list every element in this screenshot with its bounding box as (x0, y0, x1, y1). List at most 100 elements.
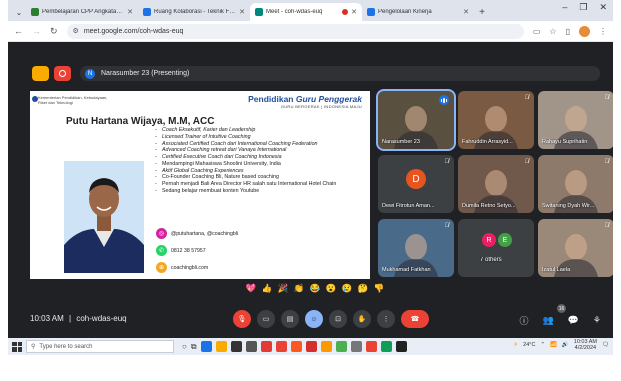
credential-item: Sedang belajar membuat konten Youtube (155, 188, 365, 195)
participant-tile[interactable]: D 🎙̸ Dewi Fitrotun Aman... (378, 155, 454, 213)
participant-tile[interactable]: 🎙̸ Switaning Dyah Wir... (538, 155, 613, 213)
participant-tile[interactable]: 🎙̸ Fahruddin Arrasyid... (458, 91, 534, 149)
info-icon[interactable]: ⓘ (519, 314, 528, 327)
participant-tile[interactable]: Narasumber 23 (376, 89, 456, 151)
app-icon-3[interactable] (320, 341, 332, 352)
reaction-emoji[interactable]: 😂 (308, 283, 322, 294)
raise-hand-button[interactable]: ✋ (353, 310, 371, 328)
taskbar-apps: ○ ⧉ (182, 341, 407, 352)
forward-icon[interactable]: → (32, 26, 41, 36)
reload-icon[interactable]: ↻ (50, 26, 58, 37)
people-icon[interactable]: 👥 (542, 315, 553, 326)
phone-number: 0812 38 57957 (171, 247, 206, 254)
reaction-emoji[interactable]: 👍 (260, 283, 274, 294)
reaction-emoji[interactable]: 👎 (372, 283, 386, 294)
whatsapp-icon: ✆ (156, 245, 167, 256)
network-icon[interactable]: 📶 (550, 342, 557, 348)
present-button[interactable]: ⊡ (329, 310, 347, 328)
maximize-icon[interactable]: ❐ (579, 2, 587, 13)
participant-tile[interactable]: 🎙̸ Mukhamad Fatkhan (378, 219, 454, 277)
ministry-name: Kementerian Pendidikan, Kebudayaan, Rise… (38, 95, 108, 105)
cortana-icon[interactable]: ○ (182, 342, 187, 351)
taskbar-search[interactable]: ⚲ Type here to search (26, 340, 174, 353)
credential-item: Aktif Global Coaching Experiences (155, 168, 365, 175)
tab-close-icon[interactable]: ✕ (463, 8, 469, 16)
participant-tile[interactable]: 🎙̸ Dumila Retno Setyo... (458, 155, 534, 213)
site-info-icon[interactable]: ⚙ (73, 27, 79, 35)
reactions-button[interactable]: ☺ (305, 310, 323, 328)
mic-toggle-button[interactable]: 🎙 (233, 310, 251, 328)
more-options-button[interactable]: ⋮ (377, 310, 395, 328)
muted-mic-icon: 🎙̸ (444, 159, 450, 165)
tray-clock[interactable]: 10:03 AM 4/2/2024 (574, 339, 597, 352)
meet-control-bar: 10:03 AM | coh-wdas-euq 🎙 ▭ ▤ ☺ ⊡ ✋ ⋮ ☎ … (8, 300, 613, 338)
recording-dot-icon (342, 9, 349, 15)
meet-header: N Narasumber 23 (Presenting) (8, 42, 613, 87)
url-field[interactable]: ⚙ meet.google.com/coh-wdas-euq (66, 23, 524, 39)
browser-tab-1[interactable]: Pembelajaran CPP Angkatan 11 ✕ (26, 3, 138, 21)
reaction-emoji[interactable]: 💖 (244, 283, 258, 294)
tab-favicon-icon (367, 8, 375, 16)
chat-icon[interactable]: 💬 (568, 315, 579, 326)
app-icon-1[interactable] (260, 341, 272, 352)
reaction-emoji[interactable]: 👏 (292, 283, 306, 294)
muted-mic-icon: 🎙̸ (444, 223, 450, 229)
new-tab-icon[interactable]: + (474, 3, 490, 21)
website: coachingbli.com (171, 264, 209, 271)
participant-tile[interactable]: 🎙̸ Rahayu Suprihatin (538, 91, 613, 149)
bookmark-star-icon[interactable]: ☆ (549, 27, 556, 36)
reaction-emoji[interactable]: 🎉 (276, 283, 290, 294)
chrome-icon[interactable] (275, 341, 287, 352)
cast-icon[interactable]: ▭ (533, 27, 541, 36)
weather-icon[interactable]: ☀ (513, 342, 518, 348)
app-icon-4[interactable] (335, 341, 347, 352)
opera-icon[interactable] (305, 341, 317, 352)
participant-name: Narasumber 23 (382, 139, 420, 145)
camera-toggle-button[interactable]: ▭ (257, 310, 275, 328)
back-icon[interactable]: ← (14, 26, 23, 36)
presenting-label: Narasumber 23 (Presenting) (101, 70, 190, 77)
recording-indicator-icon[interactable] (54, 66, 71, 81)
tab-close-icon[interactable]: ✕ (127, 8, 133, 16)
presenting-banner: N Narasumber 23 (Presenting) (80, 66, 600, 81)
task-view-icon[interactable]: ⧉ (191, 342, 197, 352)
tray-chevron-icon[interactable]: ⌃ (540, 342, 545, 348)
sidebar-icon[interactable]: ▯ (566, 27, 570, 36)
leave-call-button[interactable]: ☎ (401, 310, 429, 328)
reaction-emoji[interactable]: 😮 (324, 283, 338, 294)
participant-tile[interactable]: RE 7 others (458, 219, 534, 277)
settings-icon[interactable] (350, 341, 362, 352)
store-icon[interactable] (230, 341, 242, 352)
captions-button[interactable]: ▤ (281, 310, 299, 328)
windows-start-icon[interactable] (12, 341, 22, 352)
browser-tab-2[interactable]: Ruang Kolaborasi - Teknik Facili ✕ (138, 3, 250, 21)
browser-tab-4[interactable]: Pengelolaan Kinerja ✕ (362, 3, 474, 21)
app-icon-6[interactable] (395, 341, 407, 352)
volume-icon[interactable]: 🔊 (562, 342, 569, 348)
profile-avatar[interactable] (579, 25, 590, 37)
file-explorer-icon[interactable] (215, 341, 227, 352)
reaction-emoji[interactable]: 🤔 (356, 283, 370, 294)
edge-icon[interactable] (200, 341, 212, 352)
tab-close-icon[interactable]: ✕ (351, 8, 357, 16)
system-tray: ☀ 24°C ⌃ 📶 🔊 10:03 AM 4/2/2024 🗨 (513, 339, 609, 352)
app-icon-2[interactable] (290, 341, 302, 352)
meeting-clock: 10:03 AM | coh-wdas-euq (30, 314, 127, 323)
participant-tile[interactable]: 🎙̸ Izatul Laela (538, 219, 613, 277)
participant-name: Mukhamad Fatkhan (382, 267, 431, 273)
reaction-emoji[interactable]: 😢 (340, 283, 354, 294)
mail-icon[interactable] (245, 341, 257, 352)
tab-search-icon[interactable]: ⌄ (12, 3, 26, 21)
activities-icon[interactable]: ⚘ (593, 315, 601, 326)
minimize-icon[interactable]: – (562, 2, 567, 13)
tab-close-icon[interactable]: ✕ (239, 8, 245, 16)
chrome-icon-2[interactable] (365, 341, 377, 352)
browser-tab-3[interactable]: Meet - coh-wdas-euq ✕ (250, 3, 362, 21)
speaker-name: Putu Hartana Wijaya, M.M, ACC (66, 116, 215, 127)
browser-menu-icon[interactable]: ⋮ (599, 27, 607, 36)
muted-mic-icon: 🎙̸ (524, 159, 530, 165)
app-icon-5[interactable] (380, 341, 392, 352)
notifications-icon[interactable]: 🗨 (602, 342, 609, 348)
close-window-icon[interactable]: ✕ (599, 2, 607, 13)
mic-off-indicator-icon[interactable] (32, 66, 49, 81)
